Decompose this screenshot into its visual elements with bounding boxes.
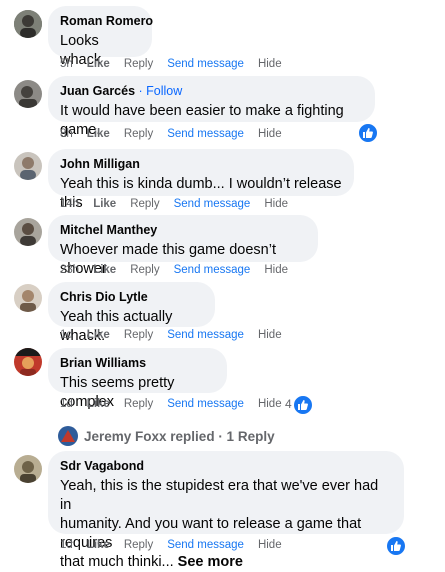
like-button[interactable]: Like [87, 398, 110, 410]
comment-bubble: Juan Garcés · Follow It would have been … [48, 76, 375, 138]
hide-button[interactable]: Hide [258, 329, 282, 341]
author-name[interactable]: Sdr Vagabond [60, 458, 392, 474]
comment-bubble: Roman Romero Looks whack [48, 6, 153, 68]
reaction-count[interactable]: 4 [285, 397, 292, 411]
hide-button[interactable]: Hide [258, 398, 282, 410]
timestamp[interactable]: 5h [60, 58, 73, 70]
hide-button[interactable]: Hide [258, 58, 282, 70]
avatar[interactable] [14, 80, 42, 108]
avatar[interactable] [14, 152, 42, 180]
comment-actions: 23h Like Reply Send message Hide [60, 264, 302, 276]
comment-actions: 1d Like Reply Send message Hide [60, 398, 296, 410]
comment-bubble: Mitchel Manthey Whoever made this game d… [48, 215, 318, 277]
see-more-link[interactable]: See more [178, 554, 243, 570]
avatar[interactable] [14, 10, 42, 38]
avatar[interactable] [14, 348, 42, 376]
comment-text-line: Yeah, this is the stupidest era that we'… [60, 478, 379, 513]
like-button[interactable]: Like [93, 198, 116, 210]
send-message-button[interactable]: Send message [174, 198, 251, 210]
reply-button[interactable]: Reply [130, 264, 159, 276]
send-message-button[interactable]: Send message [167, 329, 244, 341]
view-replies-link[interactable]: Jeremy Foxx replied · 1 Reply [58, 426, 275, 446]
reply-button[interactable]: Reply [124, 58, 153, 70]
reply-button[interactable]: Reply [130, 198, 159, 210]
like-reaction-icon[interactable] [357, 122, 379, 144]
comment-text-line: that much thinki... [60, 554, 178, 570]
comment-bubble: Brian Williams This seems pretty complex [48, 348, 227, 410]
like-button[interactable]: Like [87, 128, 110, 140]
timestamp[interactable]: 1d [60, 329, 73, 341]
comment-actions: 1d Like Reply Send message Hide [60, 329, 296, 341]
comment-bubble: Chris Dio Lytle Yeah this actually whack… [48, 282, 215, 344]
hide-button[interactable]: Hide [264, 198, 288, 210]
timestamp[interactable]: 1d [60, 398, 73, 410]
comment-actions: 14h Like Reply Send message Hide [60, 198, 302, 210]
avatar[interactable] [14, 218, 42, 246]
like-button[interactable]: Like [93, 264, 116, 276]
comment-actions: 8h Like Reply Send message Hide [60, 128, 296, 140]
send-message-button[interactable]: Send message [167, 539, 244, 551]
replies-label: Jeremy Foxx replied · 1 Reply [84, 428, 275, 444]
reply-button[interactable]: Reply [124, 128, 153, 140]
like-reaction-icon[interactable] [292, 394, 314, 416]
like-button[interactable]: Like [87, 58, 110, 70]
follow-link[interactable]: · Follow [135, 84, 183, 98]
send-message-button[interactable]: Send message [167, 128, 244, 140]
avatar[interactable] [14, 284, 42, 312]
timestamp[interactable]: 23h [60, 264, 79, 276]
reply-button[interactable]: Reply [124, 539, 153, 551]
send-message-button[interactable]: Send message [174, 264, 251, 276]
comment-bubble: Sdr Vagabond Yeah, this is the stupidest… [48, 451, 404, 570]
comment-actions: 1d Like Reply Send message Hide [60, 539, 296, 551]
avatar[interactable] [14, 455, 42, 483]
send-message-button[interactable]: Send message [167, 58, 244, 70]
like-reaction-icon[interactable] [385, 535, 407, 557]
timestamp[interactable]: 14h [60, 198, 79, 210]
reply-button[interactable]: Reply [124, 398, 153, 410]
author-name[interactable]: Brian Williams [60, 355, 215, 371]
like-button[interactable]: Like [87, 539, 110, 551]
timestamp[interactable]: 8h [60, 128, 73, 140]
comment-bubble: John Milligan Yeah this is kinda dumb...… [48, 149, 354, 211]
hide-button[interactable]: Hide [258, 128, 282, 140]
like-button[interactable]: Like [87, 329, 110, 341]
comment-text-line-last: that much thinki... See more [60, 553, 392, 572]
author-name[interactable]: Chris Dio Lytle [60, 289, 203, 305]
author-line: Juan Garcés · Follow [60, 83, 363, 99]
hide-button[interactable]: Hide [258, 539, 282, 551]
replier-avatar [58, 426, 78, 446]
timestamp[interactable]: 1d [60, 539, 73, 551]
send-message-button[interactable]: Send message [167, 398, 244, 410]
comment-actions: 5h Like Reply Send message Hide [60, 58, 296, 70]
reply-button[interactable]: Reply [124, 329, 153, 341]
author-name[interactable]: Roman Romero [60, 13, 153, 29]
author-name[interactable]: John Milligan [60, 156, 342, 172]
author-name[interactable]: Mitchel Manthey [60, 222, 306, 238]
hide-button[interactable]: Hide [264, 264, 288, 276]
author-name[interactable]: Juan Garcés [60, 84, 135, 98]
